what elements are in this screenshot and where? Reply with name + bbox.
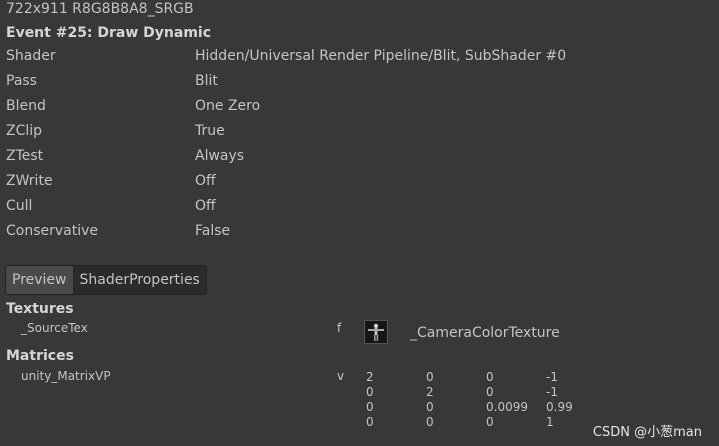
prop-name-ztest: ZTest: [6, 148, 44, 164]
prop-name-cull: Cull: [6, 198, 33, 214]
prop-name-zclip: ZClip: [6, 123, 43, 139]
matrix-cell: 0: [366, 415, 374, 429]
matrix-cell: 0: [366, 400, 374, 414]
tab-shader-properties[interactable]: ShaderProperties: [72, 266, 206, 294]
matrix-cell: 0.0099: [486, 400, 528, 414]
prop-value-cull: Off: [195, 198, 216, 214]
matrix-cell: 0.99: [546, 400, 573, 414]
matrix-cell: 0: [486, 385, 494, 399]
prop-name-zwrite: ZWrite: [6, 173, 53, 189]
matrix-cell: 1: [546, 415, 554, 429]
prop-value-ztest: Always: [195, 148, 245, 164]
prop-name-pass: Pass: [6, 73, 37, 89]
matrix-name: unity_MatrixVP: [21, 369, 111, 383]
prop-value-conservative: False: [195, 223, 231, 239]
tab-bar: Preview ShaderProperties: [5, 265, 207, 295]
texture-type: f: [337, 321, 342, 335]
matrix-type: v: [337, 369, 345, 383]
texture-format-label: 722x911 R8G8B8A8_SRGB: [6, 1, 194, 17]
textures-header: Textures: [6, 301, 74, 317]
matrices-header: Matrices: [6, 348, 74, 364]
matrix-cell: 0: [426, 400, 434, 414]
tab-preview[interactable]: Preview: [6, 266, 73, 294]
event-title: Event #25: Draw Dynamic: [6, 25, 212, 41]
texture-thumbnail[interactable]: [364, 320, 388, 344]
matrix-cell: 0: [486, 370, 494, 384]
watermark: CSDN @小葱man: [592, 425, 702, 440]
matrix-cell: 0: [366, 385, 374, 399]
prop-name-conservative: Conservative: [6, 223, 99, 239]
matrix-cell: 2: [426, 385, 434, 399]
prop-value-zclip: True: [195, 123, 225, 139]
prop-value-shader: Hidden/Universal Render Pipeline/Blit, S…: [195, 48, 567, 64]
matrix-cell: 0: [426, 415, 434, 429]
prop-value-pass: Blit: [195, 73, 218, 89]
figure-thumbnail-icon: [365, 321, 387, 343]
prop-value-zwrite: Off: [195, 173, 216, 189]
matrix-cell: 0: [426, 370, 434, 384]
matrix-cell: 2: [366, 370, 374, 384]
matrix-cell: 0: [486, 415, 494, 429]
matrix-cell: -1: [546, 385, 558, 399]
texture-name: _SourceTex: [21, 321, 88, 335]
prop-name-shader: Shader: [6, 48, 56, 64]
texture-value[interactable]: _CameraColorTexture: [410, 325, 560, 341]
matrix-cell: -1: [546, 370, 558, 384]
prop-name-blend: Blend: [6, 98, 46, 114]
prop-value-blend: One Zero: [195, 98, 261, 114]
